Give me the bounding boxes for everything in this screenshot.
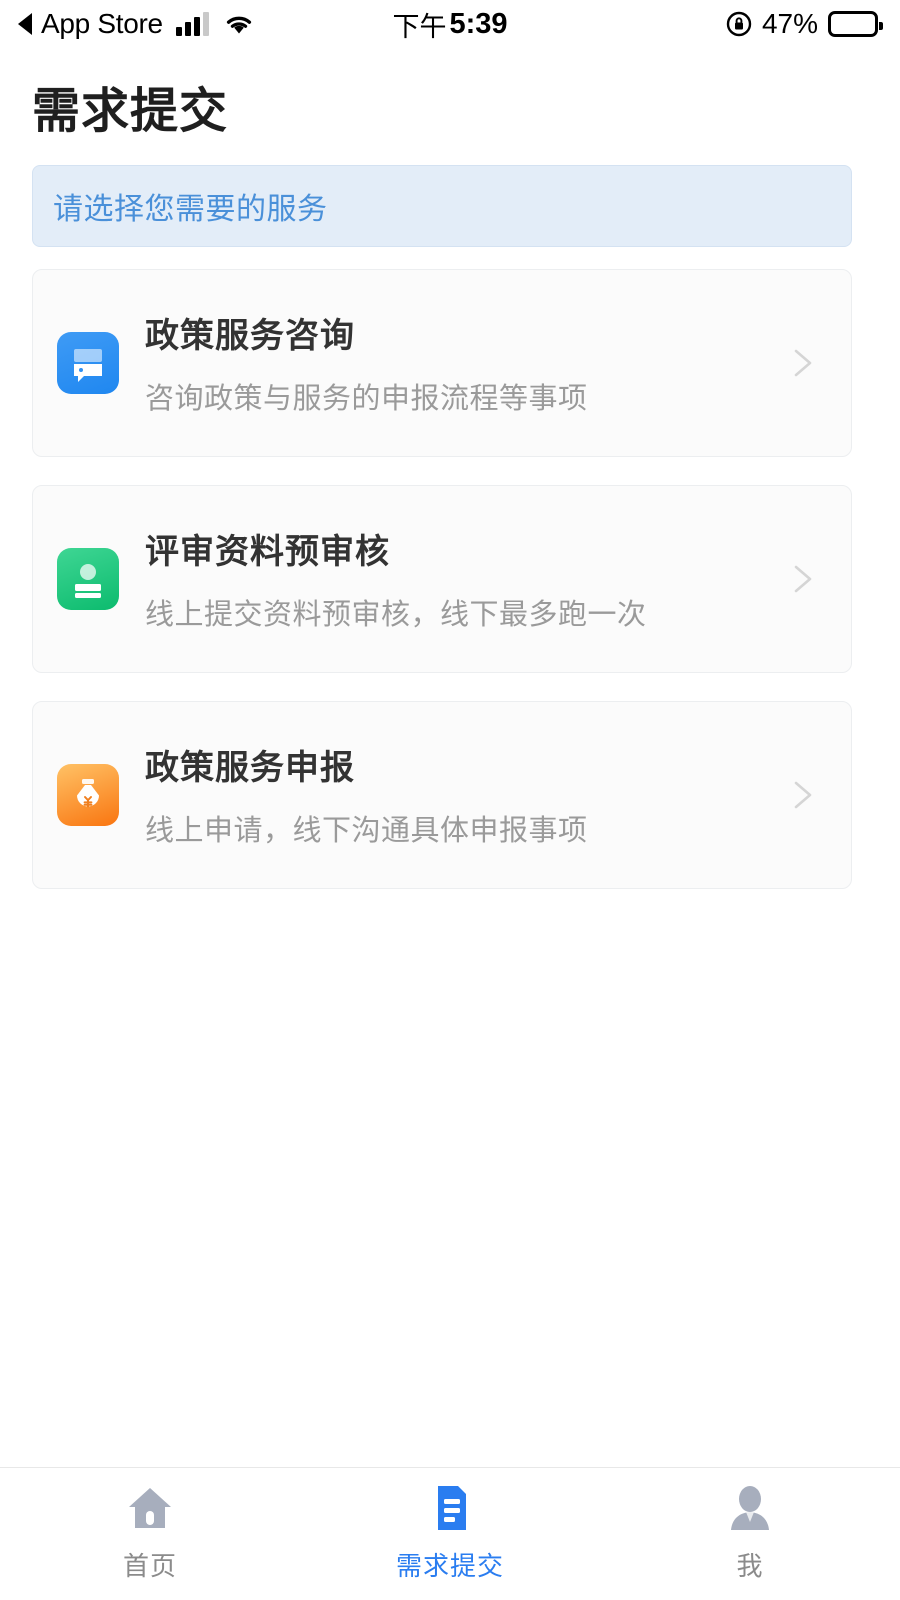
id-card-icon [57,547,119,610]
service-card-list: 政策服务咨询 咨询政策与服务的申报流程等事项 评审资料预审核 线上提交资料预审核… [0,268,900,917]
service-card-text: 政策服务咨询 咨询政策与服务的申报流程等事项 [145,308,785,417]
battery-icon [828,11,883,37]
service-hint-banner: 请选择您需要的服务 [32,164,852,247]
status-bar: App Store 下午 5:39 47% [0,0,900,48]
service-hint-text: 请选择您需要的服务 [53,192,328,226]
money-bag-icon [57,763,119,826]
service-card-subtitle: 咨询政策与服务的申报流程等事项 [145,383,588,416]
chevron-right-icon[interactable] [785,778,819,812]
chevron-right-icon[interactable] [785,562,819,596]
bottom-tab-bar: 首页 需求提交 我 [0,1467,900,1600]
clock-time: 5:39 [449,7,508,40]
page-title: 需求提交 [32,85,229,138]
document-icon [425,1482,475,1534]
service-card-material-review[interactable]: 评审资料预审核 线上提交资料预审核，线下最多跑一次 [32,484,852,673]
service-card-title: 政策服务申报 [145,749,355,788]
back-triangle-icon[interactable] [18,13,32,35]
service-card-policy-apply[interactable]: 政策服务申报 线上申请，线下沟通具体申报事项 [32,700,852,889]
tab-demand-submit-label: 需求提交 [395,1551,504,1581]
tab-home[interactable]: 首页 [0,1482,300,1583]
status-bar-left[interactable]: App Store [18,8,254,40]
service-card-text: 政策服务申报 线上申请，线下沟通具体申报事项 [145,740,785,849]
service-card-text: 评审资料预审核 线上提交资料预审核，线下最多跑一次 [145,524,785,633]
chevron-right-icon[interactable] [785,346,819,380]
back-app-label[interactable]: App Store [41,8,163,40]
chat-bubble-icon [57,331,119,394]
rotation-lock-icon [726,11,752,37]
service-card-subtitle: 线上申请，线下沟通具体申报事项 [145,815,588,848]
status-bar-right: 47% [726,8,883,40]
tab-demand-submit[interactable]: 需求提交 [300,1482,600,1583]
battery-percent-label: 47% [761,8,818,39]
wifi-icon [224,12,254,36]
clock-period: 下午 [392,11,447,42]
home-icon [125,1482,175,1534]
service-card-title: 政策服务咨询 [145,317,355,356]
tab-profile[interactable]: 我 [600,1482,900,1583]
service-card-policy-consult[interactable]: 政策服务咨询 咨询政策与服务的申报流程等事项 [32,268,852,457]
service-card-title: 评审资料预审核 [145,533,390,572]
tab-profile-label: 我 [736,1551,764,1581]
service-card-subtitle: 线上提交资料预审核，线下最多跑一次 [145,599,647,632]
person-icon [725,1482,775,1534]
app-screen: App Store 下午 5:39 47% 需求提交 请选择您需要的服务 政策服… [0,0,900,1600]
cellular-signal-icon [175,12,209,36]
tab-home-label: 首页 [122,1551,177,1581]
